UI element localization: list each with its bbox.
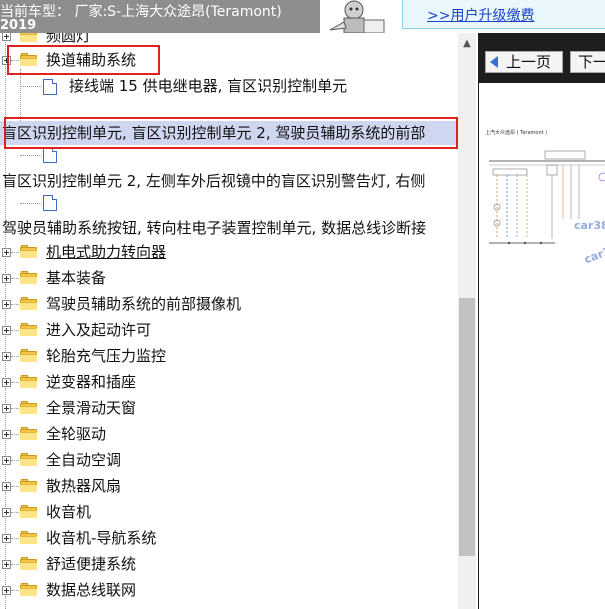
document-icon <box>43 195 57 211</box>
folder-icon <box>20 583 37 596</box>
watermark-text: car38 <box>574 219 605 232</box>
tree-item-label: 驾驶员辅助系统的前部摄像机 <box>46 295 242 313</box>
tree-item-label: 数据总线联网 <box>46 581 137 599</box>
document-icon <box>43 147 57 163</box>
next-page-label: 下一 <box>578 53 605 71</box>
expand-icon[interactable] <box>2 404 11 413</box>
expand-icon[interactable] <box>2 456 11 465</box>
expand-icon[interactable] <box>2 326 11 335</box>
prev-page-button[interactable]: 上一页 <box>485 51 563 73</box>
vertical-scrollbar[interactable]: ▲ <box>458 33 476 609</box>
next-page-button[interactable]: 下一 <box>570 51 605 73</box>
folder-icon <box>20 427 37 440</box>
upgrade-panel: >>用户升级缴费 <box>402 0 605 29</box>
car-model-text: 当前车型： 厂家:S-上海大众途昂(Teramont) <box>0 4 282 20</box>
tree-item-label: 收音机 <box>46 503 92 521</box>
prev-page-label: 上一页 <box>506 53 552 71</box>
expand-icon[interactable] <box>2 33 11 41</box>
scroll-thumb[interactable] <box>459 298 475 556</box>
folder-icon <box>20 505 37 518</box>
scroll-up-icon[interactable]: ▲ <box>458 37 476 51</box>
tree-item-label: 驾驶员辅助系统按钮, 转向柱电子装置控制单元, 数据总线诊断接 <box>2 219 427 237</box>
tree-item-label: 全自动空调 <box>46 451 122 469</box>
app-header: 当前车型： 厂家:S-上海大众途昂(Teramont) 2019 >>用户升级缴… <box>0 0 605 33</box>
wiring-diagram-thumbnail[interactable]: 上汽大众途昂 ( Teramont ) car38 car3 <box>485 129 605 289</box>
tree-item-label: 舒适便捷系统 <box>46 555 137 573</box>
upgrade-link[interactable]: >>用户升级缴费 <box>427 5 534 25</box>
folder-icon <box>20 531 37 544</box>
tree-item-label: 全轮驱动 <box>46 425 107 443</box>
car-year-text: 2019 <box>0 18 37 33</box>
expand-icon[interactable] <box>2 378 11 387</box>
annotation-box <box>7 45 160 75</box>
tree-item-label: 基本装备 <box>46 269 107 287</box>
expand-icon[interactable] <box>2 248 11 257</box>
catalog-tree: 频圆灯 换道辅助系统 接线端 15 供电继电器, 盲区识别控制单元 盲区识别控制… <box>0 33 458 609</box>
tree-item-label: 散热器风扇 <box>46 477 122 495</box>
expand-icon[interactable] <box>2 560 11 569</box>
folder-icon <box>20 453 37 466</box>
expand-icon[interactable] <box>2 534 11 543</box>
viewer-toolbar: 上一页 下一 <box>479 33 605 83</box>
car-info-bar: 当前车型： 厂家:S-上海大众途昂(Teramont) 2019 <box>0 0 320 33</box>
tree-item-label: 轮胎充气压力监控 <box>46 347 167 365</box>
mascot-icon <box>329 0 385 33</box>
folder-icon <box>20 33 37 42</box>
expand-icon[interactable] <box>2 274 11 283</box>
folder-icon <box>20 271 37 284</box>
tree-item-label: 收音机-导航系统 <box>46 529 157 547</box>
tree-item-label: 接线端 15 供电继电器, 盲区识别控制单元 <box>69 77 348 95</box>
expand-icon[interactable] <box>2 352 11 361</box>
expand-icon[interactable] <box>2 300 11 309</box>
annotation-box <box>4 117 458 149</box>
tree-item-label: 全景滑动天窗 <box>46 399 137 417</box>
tree-item-label: 进入及起动许可 <box>46 321 152 339</box>
folder-icon <box>20 297 37 310</box>
folder-icon <box>20 479 37 492</box>
wiring-schematic <box>489 150 605 245</box>
folder-icon <box>20 245 37 258</box>
folder-icon <box>20 349 37 362</box>
folder-icon <box>20 557 37 570</box>
document-icon <box>43 79 57 95</box>
expand-icon[interactable] <box>2 586 11 595</box>
expand-icon[interactable] <box>2 430 11 439</box>
folder-icon <box>20 323 37 336</box>
expand-icon[interactable] <box>2 508 11 517</box>
tree-item-label: 盲区识别控制单元 2, 左侧车外后视镜中的盲区识别警告灯, 右侧 <box>2 172 426 190</box>
folder-icon <box>20 375 37 388</box>
tree-item-label: 机电式助力转向器 <box>46 243 167 261</box>
folder-icon <box>20 401 37 414</box>
arrow-left-icon <box>490 56 498 68</box>
diagram-title: 上汽大众途昂 ( Teramont ) <box>485 130 548 136</box>
tree-item-label: 逆变器和插座 <box>46 373 137 391</box>
diagram-viewer: 上一页 下一 上汽大众途昂 ( Teramont ) <box>478 33 605 609</box>
expand-icon[interactable] <box>2 482 11 491</box>
